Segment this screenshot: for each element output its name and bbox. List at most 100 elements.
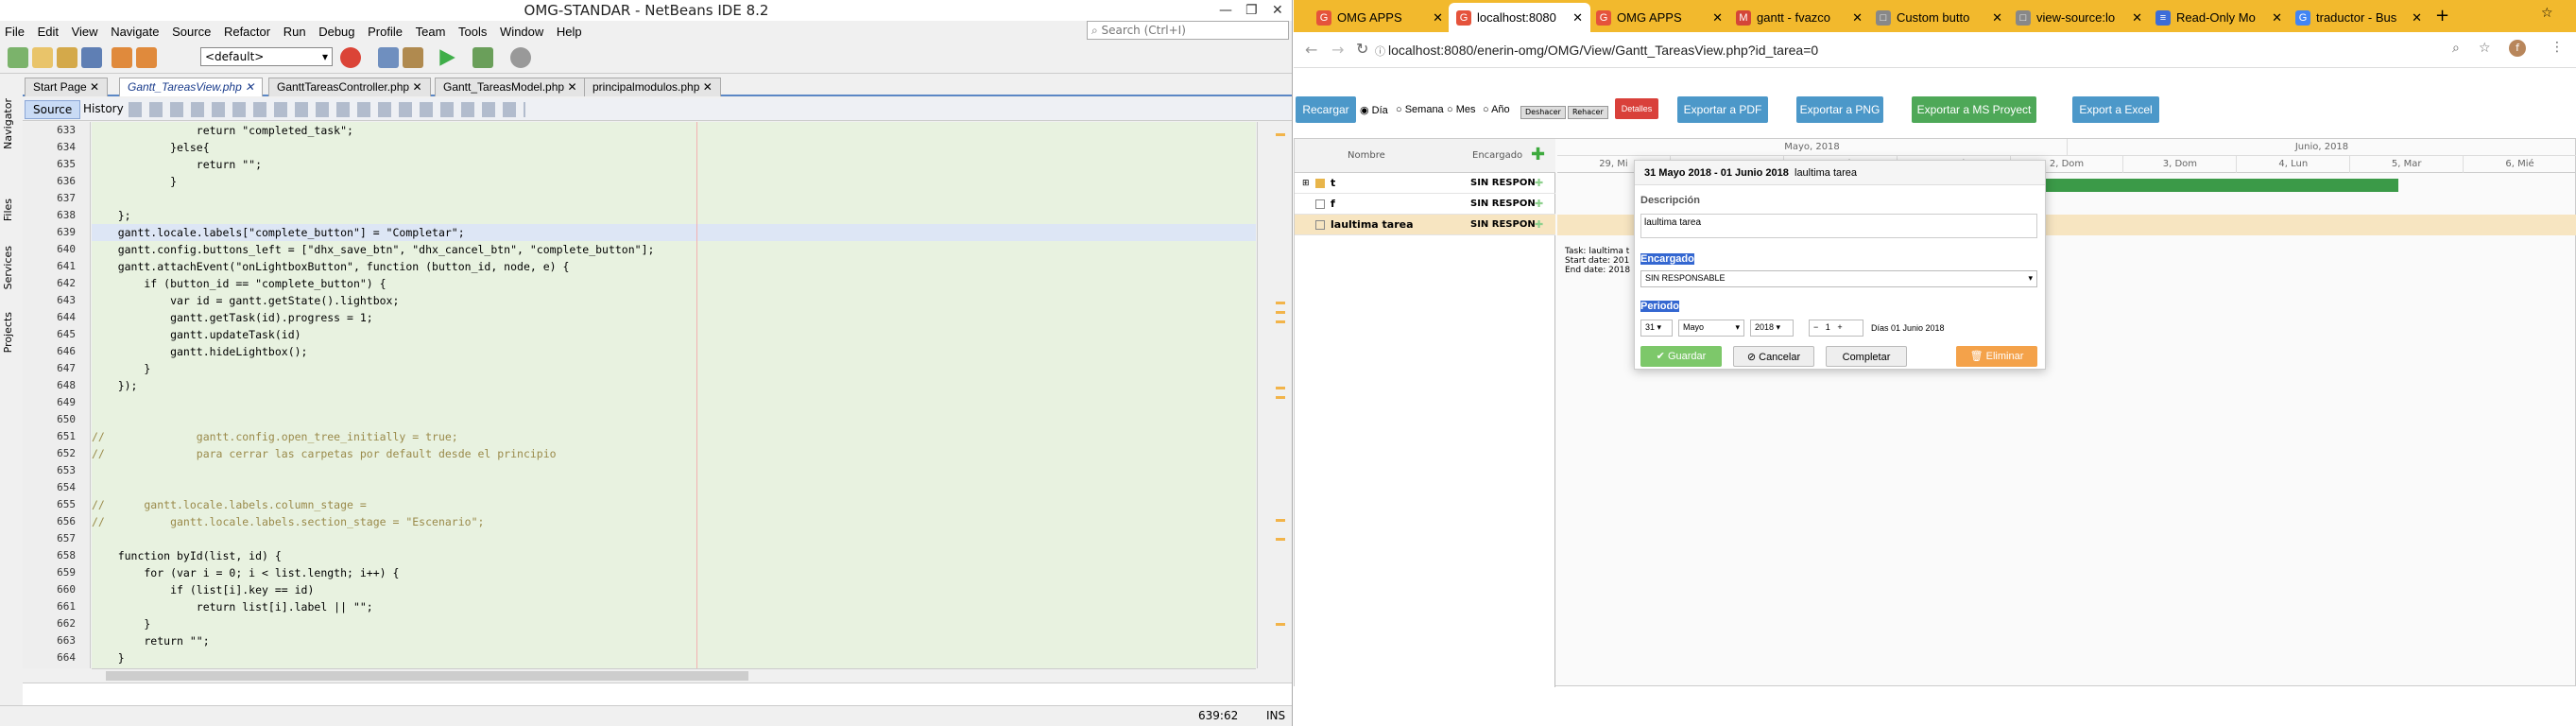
menu-source[interactable]: Source bbox=[167, 23, 215, 41]
forward-arrow-icon[interactable]: → bbox=[1331, 41, 1344, 59]
source-mode-button[interactable]: Source bbox=[25, 100, 81, 119]
tab-gantt-tareas-controller[interactable]: GanttTareasController.php ✕ bbox=[268, 78, 431, 96]
radio-dia[interactable]: ◉ Día bbox=[1360, 104, 1388, 116]
code-line[interactable] bbox=[92, 394, 1256, 411]
description-textarea[interactable]: laultima tarea bbox=[1640, 214, 2037, 238]
close-icon[interactable]: ✕ bbox=[2132, 10, 2142, 26]
menu-file[interactable]: File bbox=[0, 23, 29, 41]
radio-mes[interactable]: ○ Mes bbox=[1447, 104, 1475, 115]
clean-build-icon[interactable] bbox=[403, 47, 423, 68]
new-project-icon[interactable] bbox=[8, 47, 28, 68]
menu-tools[interactable]: Tools bbox=[454, 23, 491, 41]
menu-dots-icon[interactable]: ⋮ bbox=[2550, 40, 2564, 55]
browser-tab[interactable]: □ view-source:lo ✕ bbox=[2008, 3, 2150, 32]
code-line[interactable]: }else{ bbox=[92, 139, 1256, 156]
browser-tab[interactable]: Gtraductor - Bus ✕ bbox=[2288, 3, 2430, 32]
task-row[interactable]: f SIN RESPON ✚ bbox=[1295, 194, 1555, 215]
navigator-tab[interactable]: Navigator bbox=[2, 98, 14, 149]
menu-refactor[interactable]: Refactor bbox=[219, 23, 275, 41]
month-select[interactable]: Mayo ▾ bbox=[1678, 320, 1744, 337]
column-name-header[interactable]: Nombre bbox=[1348, 150, 1385, 161]
menu-team[interactable]: Team bbox=[411, 23, 451, 41]
code-line[interactable]: } bbox=[92, 173, 1256, 190]
reload-button[interactable]: Recargar bbox=[1296, 96, 1356, 123]
close-icon[interactable]: ✕ bbox=[1712, 10, 1723, 26]
menu-view[interactable]: View bbox=[67, 23, 103, 41]
year-select[interactable]: 2018 ▾ bbox=[1750, 320, 1794, 337]
editor-tool-icons[interactable] bbox=[129, 102, 525, 117]
complete-button[interactable]: Completar bbox=[1826, 346, 1907, 367]
decrement-icon[interactable]: − bbox=[1813, 322, 1818, 332]
menu-run[interactable]: Run bbox=[279, 23, 311, 41]
code-line[interactable]: if (list[i].key == id) bbox=[92, 581, 1256, 598]
code-line[interactable]: gantt.locale.labels["complete_button"] =… bbox=[92, 224, 1256, 241]
code-line[interactable]: // gantt.config.open_tree_initially = tr… bbox=[92, 428, 1256, 445]
menu-help[interactable]: Help bbox=[552, 23, 587, 41]
code-line[interactable]: // gantt.locale.labels.section_stage = "… bbox=[92, 513, 1256, 530]
code-line[interactable] bbox=[92, 411, 1256, 428]
marker[interactable] bbox=[1276, 387, 1285, 389]
code-line[interactable]: for (var i = 0; i < list.length; i++) { bbox=[92, 564, 1256, 581]
close-icon[interactable]: ✕ bbox=[245, 80, 254, 94]
avatar[interactable]: f bbox=[2509, 40, 2526, 57]
add-subtask-icon[interactable]: ✚ bbox=[1535, 215, 1543, 235]
menu-edit[interactable]: Edit bbox=[33, 23, 63, 41]
browser-tab[interactable]: Glocalhost:8080 ✕ bbox=[1449, 3, 1590, 32]
url-input[interactable]: localhost:8080/enerin-omg/OMG/View/Gantt… bbox=[1388, 38, 2390, 62]
close-icon[interactable]: ✕ bbox=[1572, 10, 1583, 26]
marker[interactable] bbox=[1276, 538, 1285, 541]
reload-icon[interactable]: ↻ bbox=[1356, 40, 1368, 58]
maximize-button[interactable]: ❐ bbox=[1245, 0, 1258, 21]
browser-tab[interactable]: Mgantt - fvazco ✕ bbox=[1728, 3, 1870, 32]
close-icon[interactable]: ✕ bbox=[567, 80, 576, 94]
radio-semana[interactable]: ○ Semana bbox=[1396, 104, 1444, 115]
code-line[interactable] bbox=[92, 462, 1256, 479]
code-line[interactable] bbox=[92, 190, 1256, 207]
profile-icon[interactable] bbox=[510, 47, 531, 68]
marker[interactable] bbox=[1276, 302, 1285, 304]
export-png-button[interactable]: Exportar a PNG bbox=[1796, 96, 1883, 123]
code-line[interactable]: gantt.attachEvent("onLightboxButton", fu… bbox=[92, 258, 1256, 275]
add-task-icon[interactable]: ✚ bbox=[1531, 145, 1545, 164]
marker[interactable] bbox=[1276, 320, 1285, 323]
code-line[interactable]: }); bbox=[92, 377, 1256, 394]
minimize-button[interactable]: — bbox=[1219, 0, 1232, 21]
history-mode-button[interactable]: History bbox=[76, 100, 131, 119]
code-line[interactable]: gantt.updateTask(id) bbox=[92, 326, 1256, 343]
day-select[interactable]: 31 ▾ bbox=[1640, 320, 1673, 337]
code-line[interactable]: return ""; bbox=[92, 632, 1256, 649]
close-icon[interactable]: ✕ bbox=[1992, 10, 2002, 26]
close-icon[interactable]: ✕ bbox=[90, 80, 99, 94]
close-icon[interactable]: ✕ bbox=[412, 80, 421, 94]
menu-profile[interactable]: Profile bbox=[363, 23, 407, 41]
debug-icon[interactable] bbox=[472, 47, 493, 68]
code-line[interactable]: // para cerrar las carpetas por default … bbox=[92, 445, 1256, 462]
code-editor[interactable]: return "completed_task"; }else{ return "… bbox=[92, 122, 1256, 668]
horizontal-scrollbar[interactable] bbox=[92, 668, 1256, 682]
code-line[interactable]: if (button_id == "complete_button") { bbox=[92, 275, 1256, 292]
zoom-icon[interactable]: ⌕ bbox=[2452, 41, 2460, 56]
code-line[interactable] bbox=[92, 530, 1256, 547]
code-line[interactable] bbox=[92, 479, 1256, 496]
expand-icon[interactable]: ⊞ bbox=[1302, 173, 1310, 194]
undo-icon[interactable] bbox=[112, 47, 132, 68]
code-line[interactable]: return ""; bbox=[92, 156, 1256, 173]
code-line[interactable]: } bbox=[92, 615, 1256, 632]
close-icon[interactable]: ✕ bbox=[1433, 10, 1443, 26]
code-line[interactable]: gantt.hideLightbox(); bbox=[92, 343, 1256, 360]
projects-tab[interactable]: Projects bbox=[2, 312, 14, 353]
code-line[interactable]: var id = gantt.getState().lightbox; bbox=[92, 292, 1256, 309]
save-all-icon[interactable] bbox=[81, 47, 102, 68]
code-line[interactable]: // gantt.locale.labels.column_stage = bbox=[92, 496, 1256, 513]
code-line[interactable]: } bbox=[92, 649, 1256, 666]
services-tab[interactable]: Services bbox=[2, 246, 14, 289]
tab-principalmodulos[interactable]: principalmodulos.php ✕ bbox=[584, 78, 721, 96]
increment-icon[interactable]: + bbox=[1837, 322, 1842, 332]
open-project-icon[interactable] bbox=[57, 47, 77, 68]
code-line[interactable]: return list[i].label || ""; bbox=[92, 598, 1256, 615]
new-tab-icon[interactable]: + bbox=[2435, 6, 2449, 26]
close-icon[interactable]: ✕ bbox=[703, 80, 713, 94]
close-icon[interactable]: ✕ bbox=[1852, 10, 1863, 26]
column-owner-header[interactable]: Encargado bbox=[1472, 150, 1522, 161]
delete-button[interactable]: 🗑 Eliminar bbox=[1956, 346, 2037, 367]
